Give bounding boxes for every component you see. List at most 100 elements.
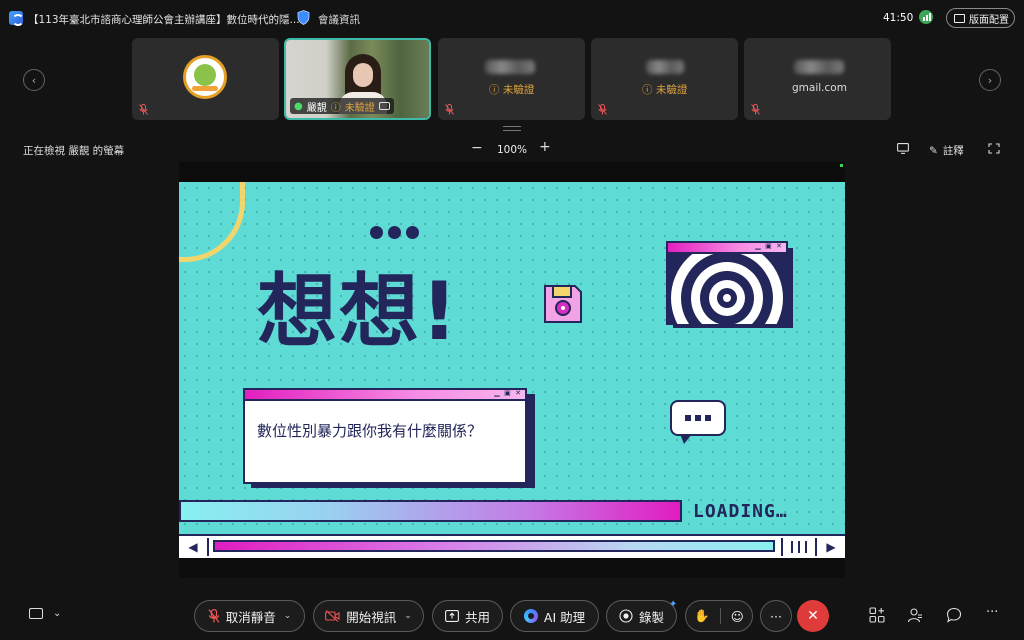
record-button[interactable]: 錄製 bbox=[606, 600, 677, 632]
participants-icon[interactable] bbox=[907, 607, 923, 623]
share-label: 共用 bbox=[464, 609, 490, 625]
record-label: 錄製 bbox=[638, 609, 664, 625]
mic-muted-icon bbox=[445, 104, 454, 115]
window-controls-icon: ▁ ▣ ✕ bbox=[755, 242, 783, 250]
window-title: 【113年臺北市諮商心理師公會主辦講座】數位時代的隱... bbox=[28, 14, 300, 26]
unmute-label: 取消靜音 bbox=[225, 609, 276, 625]
zoom-level: 100% bbox=[497, 144, 528, 156]
loading-label: LOADING… bbox=[693, 501, 788, 522]
leave-meeting-button[interactable]: ✕ bbox=[797, 600, 829, 632]
title-bar: 【113年臺北市諮商心理師公會主辦講座】數位時代的隱... 會議資訊 41:50… bbox=[0, 0, 1024, 36]
more-icon: ··· bbox=[770, 608, 782, 624]
participant-status: ⓘ 未驗證 bbox=[642, 84, 688, 96]
layout-button-label: 版面配置 bbox=[969, 14, 1009, 26]
slide-canvas: 想想! ▁ ▣ ✕ ▁ ▣ ✕ 數位性別暴力跟你我有什麼關係？ LOADING…… bbox=[179, 182, 845, 558]
scrollbar-fill bbox=[213, 540, 775, 552]
raise-hand-icon: ✋ bbox=[694, 608, 710, 623]
chevron-down-icon: ⌄ bbox=[53, 608, 62, 619]
participant-tile-active-speaker[interactable]: ● 嚴靚 ⓘ 未驗證 bbox=[284, 38, 431, 120]
meeting-info-link[interactable]: 會議資訊 bbox=[318, 12, 360, 27]
blurred-name bbox=[646, 60, 684, 74]
mic-muted-icon bbox=[139, 104, 148, 115]
network-signal-icon[interactable] bbox=[919, 10, 933, 24]
pen-icon: ✎ bbox=[929, 144, 938, 157]
zoom-in-button[interactable]: + bbox=[539, 139, 551, 155]
mic-muted-icon bbox=[598, 104, 607, 115]
concentric-circles-graphic bbox=[668, 254, 787, 324]
ellipsis-dots-icon bbox=[370, 226, 419, 239]
sparkle-icon: ✦ bbox=[669, 599, 678, 610]
ai-assistant-button[interactable]: AI 助理 bbox=[510, 600, 599, 632]
window-controls-icon: ▁ ▣ ✕ bbox=[494, 389, 522, 397]
target-window-graphic: ▁ ▣ ✕ bbox=[666, 241, 788, 325]
floppy-disk-icon bbox=[544, 285, 582, 323]
share-options-icon[interactable] bbox=[897, 143, 909, 154]
participant-name: gmail.com bbox=[792, 82, 847, 94]
more-options-icon[interactable]: ··· bbox=[986, 605, 1002, 621]
screen-share-icon bbox=[378, 102, 390, 110]
chevron-right-icon: › bbox=[987, 73, 993, 87]
start-video-label: 開始視訊 bbox=[346, 609, 397, 625]
unmute-button[interactable]: 取消靜音 ⌄ bbox=[194, 600, 305, 632]
meeting-timer: 41:50 bbox=[883, 12, 914, 24]
slide-scrollbar-graphic: ◀ ▶ bbox=[179, 534, 845, 558]
participant-status: ⓘ 未驗證 bbox=[489, 84, 535, 96]
layout-icon bbox=[954, 13, 965, 23]
record-icon bbox=[619, 609, 633, 623]
viewing-share-label: 正在檢視 嚴靚 的螢幕 bbox=[23, 145, 125, 157]
captions-icon bbox=[29, 608, 43, 619]
ai-assistant-label: AI 助理 bbox=[543, 609, 586, 625]
participant-tile[interactable] bbox=[132, 38, 279, 120]
emoji-icon: ☺ bbox=[730, 608, 744, 624]
mic-muted-icon bbox=[208, 609, 220, 623]
chevron-left-icon: ‹ bbox=[31, 73, 37, 87]
share-button[interactable]: 共用 bbox=[432, 600, 503, 632]
reactions-button[interactable]: ✋ ☺ bbox=[685, 600, 753, 632]
participant-tile[interactable]: ⓘ 未驗證 bbox=[438, 38, 585, 120]
shared-screen: 想想! ▁ ▣ ✕ ▁ ▣ ✕ 數位性別暴力跟你我有什麼關係？ LOADING…… bbox=[179, 162, 845, 578]
participant-tile[interactable]: ⓘ 未驗證 bbox=[591, 38, 738, 120]
share-screen-icon bbox=[445, 610, 459, 622]
start-video-button[interactable]: 開始視訊 ⌄ bbox=[313, 600, 424, 632]
video-off-icon bbox=[325, 610, 340, 622]
blurred-name bbox=[485, 60, 535, 74]
close-icon: ✕ bbox=[807, 608, 819, 624]
webex-logo-icon bbox=[9, 11, 24, 26]
resize-handle[interactable] bbox=[503, 126, 521, 131]
organization-logo bbox=[183, 55, 227, 99]
question-window: ▁ ▣ ✕ 數位性別暴力跟你我有什麼關係？ bbox=[243, 388, 527, 484]
layout-button[interactable]: 版面配置 bbox=[946, 8, 1015, 28]
unverified-icon: ⓘ bbox=[330, 102, 341, 114]
blurred-name bbox=[794, 60, 844, 74]
previous-participants-button[interactable]: ‹ bbox=[23, 69, 45, 91]
captions-button[interactable]: ⌄ bbox=[29, 608, 61, 619]
speech-bubble-icon bbox=[670, 400, 726, 444]
chevron-down-icon: ⌄ bbox=[404, 611, 412, 621]
decorative-arc bbox=[179, 182, 245, 262]
scroll-grip-icon bbox=[781, 538, 815, 556]
slide-question: 數位性別暴力跟你我有什麼關係？ bbox=[257, 422, 483, 440]
mic-on-icon: ● bbox=[294, 100, 303, 112]
mic-muted-icon bbox=[751, 104, 760, 115]
fullscreen-icon[interactable] bbox=[988, 143, 1000, 154]
participant-status: 未驗證 bbox=[344, 102, 375, 114]
participant-name: 嚴靚 bbox=[306, 102, 327, 114]
apps-icon[interactable] bbox=[869, 607, 885, 623]
annotate-button[interactable]: ✎ 註釋 bbox=[929, 143, 964, 158]
participant-label: ● 嚴靚 ⓘ 未驗證 bbox=[290, 98, 394, 114]
participant-tile[interactable]: gmail.com bbox=[744, 38, 891, 120]
more-options-button[interactable]: ··· bbox=[760, 600, 792, 632]
arrow-left-icon: ◀ bbox=[179, 538, 209, 556]
share-indicator bbox=[840, 164, 843, 167]
ai-assistant-icon bbox=[523, 609, 538, 623]
chat-icon[interactable] bbox=[946, 607, 962, 623]
zoom-out-button[interactable]: − bbox=[471, 140, 483, 156]
loading-progress-bar bbox=[179, 500, 682, 522]
slide-title: 想想! bbox=[257, 265, 460, 358]
chevron-down-icon: ⌄ bbox=[283, 611, 292, 621]
participant-video-person bbox=[339, 54, 387, 114]
annotate-label: 註釋 bbox=[942, 145, 964, 157]
shield-icon[interactable] bbox=[297, 10, 310, 25]
arrow-right-icon: ▶ bbox=[815, 538, 845, 556]
next-participants-button[interactable]: › bbox=[979, 69, 1001, 91]
